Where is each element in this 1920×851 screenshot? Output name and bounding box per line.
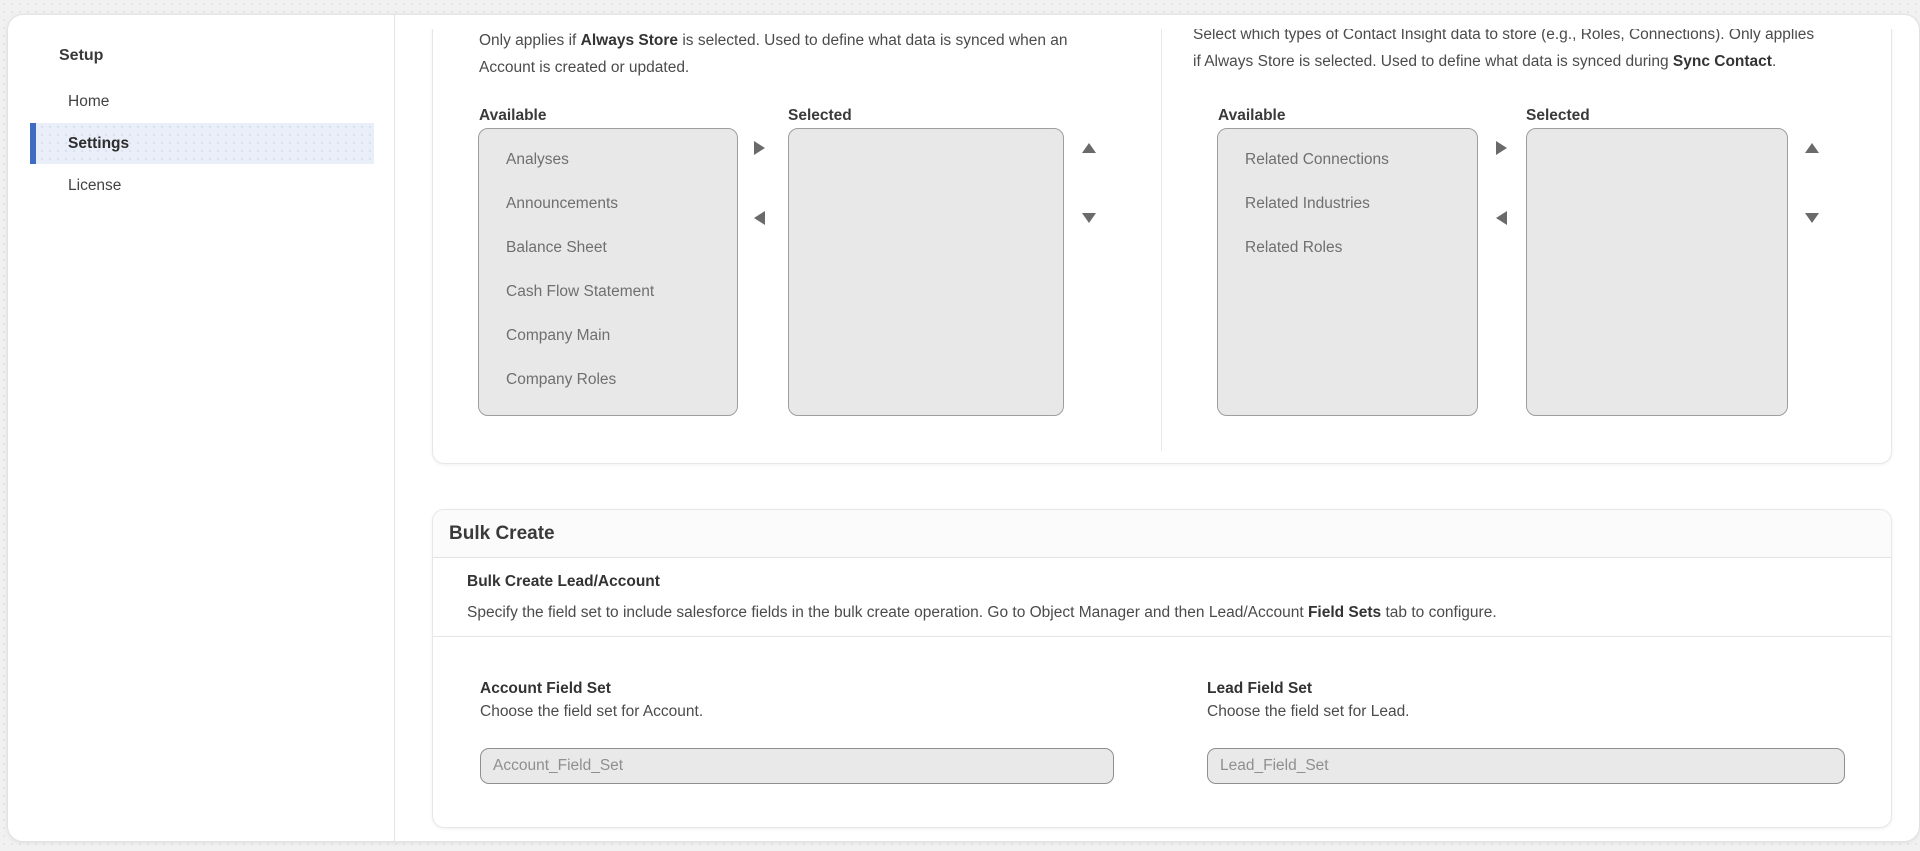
sidebar-item-settings[interactable]: Settings [30,123,374,164]
active-indicator-bar [30,123,36,164]
triangle-right-icon [1495,141,1507,155]
selected-label: Selected [1526,107,1590,124]
list-item[interactable]: Balance Sheet [479,226,737,270]
contact-available-listbox[interactable]: Related Connections Related Industries Rel… [1217,128,1478,416]
list-item[interactable]: Related Industries [1218,182,1477,226]
triangle-up-icon [1082,143,1096,153]
account-field-set-group: Account Field Set Choose the field set f… [480,678,1114,784]
account-selected-listbox[interactable] [788,128,1064,416]
field-help-text: Choose the field set for Lead. [1207,703,1410,720]
bulk-create-panel: Bulk Create Bulk Create Lead/Account Spe… [432,509,1892,828]
sidebar-heading: Setup [59,47,104,64]
available-label: Available [479,107,547,124]
sidebar-item-license[interactable]: License [30,165,374,206]
move-down-button[interactable] [1076,205,1102,231]
move-left-button[interactable] [746,205,772,231]
lead-field-set-group: Lead Field Set Choose the field set for … [1207,678,1845,784]
move-right-button[interactable] [1488,135,1514,161]
move-up-button[interactable] [1799,135,1825,161]
list-item[interactable]: Related Roles [1218,226,1477,270]
triangle-right-icon [753,141,765,155]
contact-insight-description: Select which types of Contact Insight da… [1193,29,1815,70]
field-label: Account Field Set [480,680,611,697]
bulk-create-header: Bulk Create [433,510,1891,558]
triangle-down-icon [1805,213,1819,223]
field-label: Lead Field Set [1207,680,1313,697]
bulk-create-description: Specify the field set to include salesfo… [467,604,1497,621]
sidebar-item-home[interactable]: Home [30,81,374,122]
panel-column-divider [1161,29,1162,451]
move-right-button[interactable] [746,135,772,161]
account-available-listbox[interactable]: Analyses Announcements Balance Sheet Cash F… [478,128,738,416]
list-item[interactable]: Cash Flow Statement [479,270,737,314]
triangle-up-icon [1805,143,1819,153]
account-field-set-input[interactable] [480,748,1114,784]
section-divider [433,636,1891,637]
sidebar-item-label: License [68,176,122,194]
move-up-button[interactable] [1076,135,1102,161]
bulk-create-subtitle: Bulk Create Lead/Account [467,573,660,590]
contact-selected-listbox[interactable] [1526,128,1788,416]
list-item[interactable]: Company Main [479,314,737,358]
list-item[interactable]: Analyses [479,138,737,182]
list-item[interactable]: Company Roles [479,358,737,402]
selected-label: Selected [788,107,852,124]
triangle-down-icon [1082,213,1096,223]
triangle-left-icon [753,211,765,225]
account-sync-description: Only applies if Always Store is selected… [479,32,1068,76]
app-page: Setup Home Settings License Only applies… [0,0,1920,851]
field-help-text: Choose the field set for Account. [480,703,704,720]
move-down-button[interactable] [1799,205,1825,231]
sidebar-item-label: Settings [68,134,130,152]
main-card: Setup Home Settings License Only applies… [7,14,1920,842]
triangle-left-icon [1495,211,1507,225]
available-label: Available [1218,107,1286,124]
lead-field-set-input[interactable] [1207,748,1845,784]
panel-title: Bulk Create [449,522,555,544]
settings-content-area: Only applies if Always Store is selected… [395,29,1920,843]
list-item[interactable]: Related Connections [1218,138,1477,182]
move-left-button[interactable] [1488,205,1514,231]
sidebar-item-label: Home [68,92,110,110]
list-item[interactable]: Announcements [479,182,737,226]
